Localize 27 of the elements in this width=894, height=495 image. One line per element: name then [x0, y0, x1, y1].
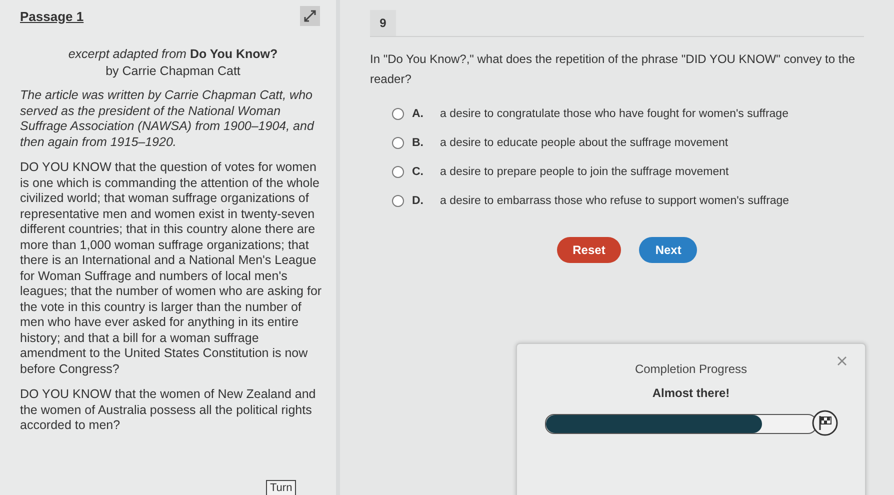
question-number: 9 [370, 10, 396, 36]
turn-button[interactable]: Turn [266, 480, 296, 495]
passage-intro: The article was written by Carrie Chapman Catt, who served as the president of the National Woman Suffrage Association (NAWSA) from 1900–1904, and then again from 1915–1920. [20, 88, 316, 150]
choice-text[interactable]: a desire to congratulate those who have fought for women's suffrage [440, 108, 788, 120]
radio-button[interactable] [392, 108, 404, 120]
passage-title: Passage 1 [20, 8, 84, 24]
radio-button[interactable] [392, 194, 404, 206]
radio-button[interactable] [392, 166, 404, 178]
close-icon[interactable] [837, 356, 847, 366]
choice-letter: B. [412, 136, 424, 148]
reset-button[interactable]: Reset [556, 237, 622, 263]
progress-title: Completion Progress [634, 362, 748, 376]
next-button[interactable]: Next [639, 237, 698, 263]
radio-button[interactable] [392, 136, 404, 148]
choice-text[interactable]: a desire to prepare people to join the suffrage movement [440, 166, 729, 178]
passage-author: by Carrie Chapman Catt [104, 63, 242, 80]
expand-icon[interactable] [300, 6, 320, 26]
choice-letter: A. [412, 108, 424, 120]
passage-source: excerpt adapted from Do You Know? [67, 46, 279, 63]
passage-paragraph: DO YOU KNOW that the women of New Zealand and the women of Australia possess all the political rights accorded to men? [20, 387, 317, 434]
choice-text[interactable]: a desire to educate people about the suffrage movement [440, 136, 728, 148]
question-prompt: In "Do You Know?," what does the repetition of the phrase "DID YOU KNOW" convey to the reader? [370, 51, 856, 88]
choice-text[interactable]: a desire to embarrass those who refuse to support women's suffrage [440, 194, 790, 206]
passage-paragraph: DO YOU KNOW that the question of votes for women is one which is commanding the attention of the whole civilized world; that woman suffrage organizations of representative men and women exist in twenty-seven different countries; that in this country alone there are more than 1,000 woman suffrage organizations; that there is an International and a National Men's League for Woman Suffrage and numbers of local men's leagues; that the number of women who are asking for the vote in this country is larger than the number of men who have ever asked for anything in its entire history; and that a bill for a woman suffrage amendment to the United States Constitution is now before Congress? [20, 160, 323, 377]
choice-letter: D. [412, 194, 424, 206]
choice-letter: C. [412, 166, 424, 178]
progress-message: Almost there! [652, 386, 730, 400]
